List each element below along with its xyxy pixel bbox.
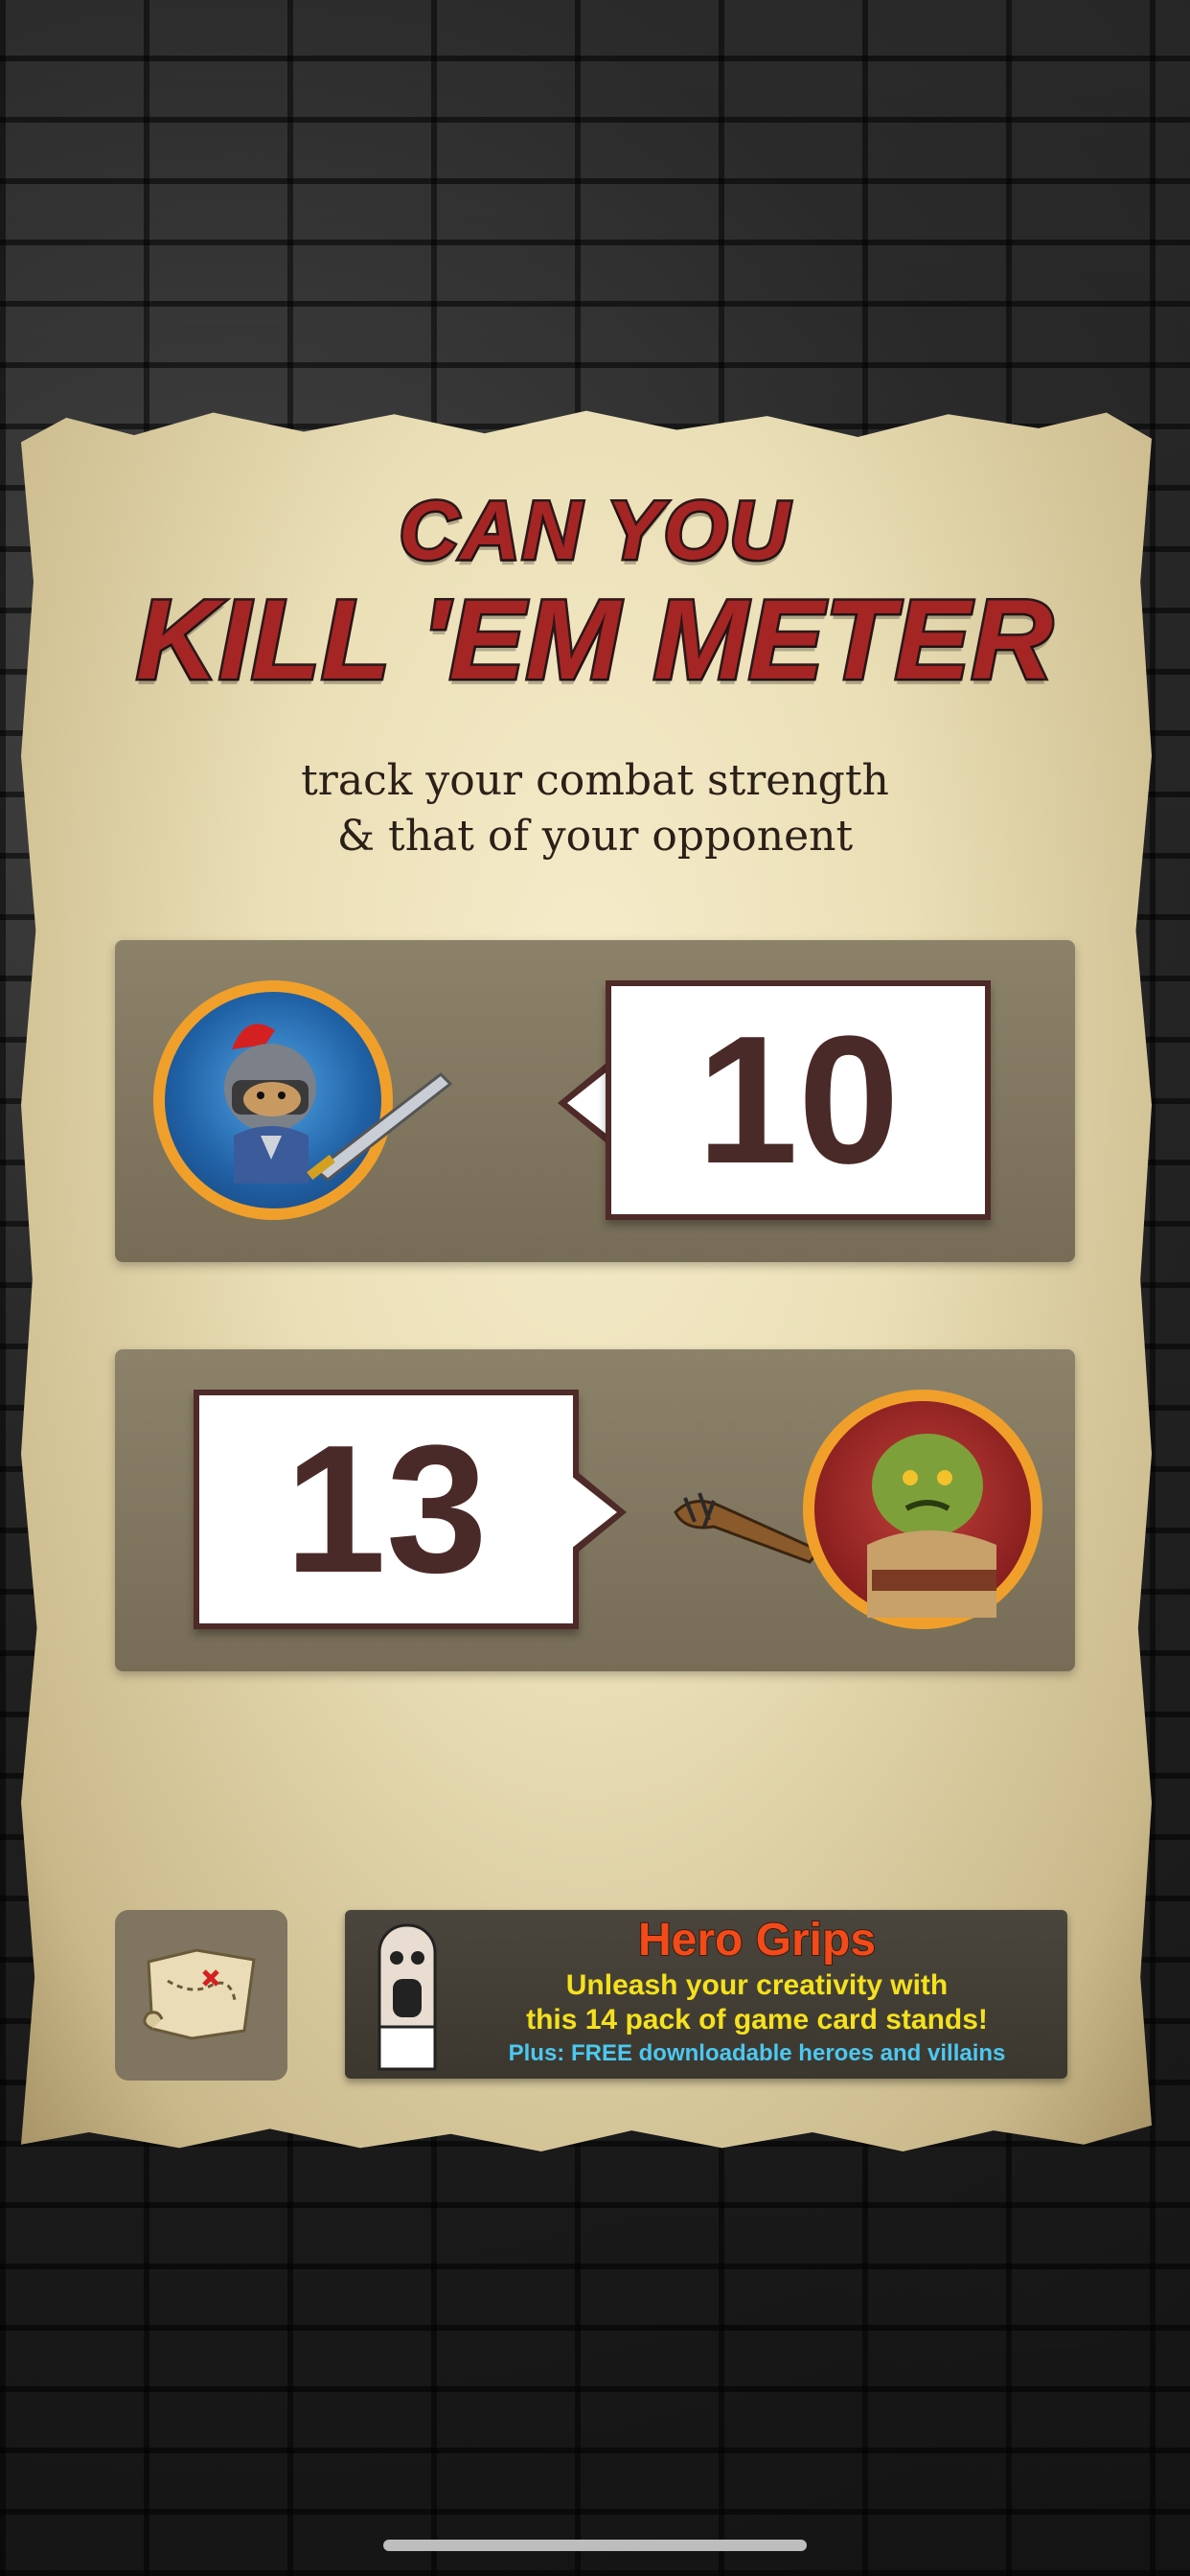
title-line-2: KILL 'EM METER <box>0 575 1190 706</box>
villain-pointer <box>571 1468 627 1556</box>
treasure-map-icon <box>143 1948 256 2040</box>
subtitle-line-1: track your combat strength <box>301 756 889 805</box>
banner-line-1: Unleash your creativity with <box>565 1969 949 2001</box>
hero-grips-figure-icon <box>378 1923 437 2071</box>
map-button[interactable] <box>115 1910 287 2081</box>
banner-title: Hero Grips <box>637 1914 877 1966</box>
villain-strength-value[interactable]: 13 <box>194 1390 579 1629</box>
hero-pointer <box>558 1059 613 1147</box>
banner-line-2: this 14 pack of game card stands! <box>526 2004 988 2036</box>
sword-icon <box>307 1072 453 1182</box>
banner-line-3: Plus: FREE downloadable heroes and villa… <box>508 2040 1006 2066</box>
villain-meter-row: 13 <box>115 1349 1075 1671</box>
home-indicator[interactable] <box>383 2540 807 2551</box>
hero-strength-value[interactable]: 10 <box>606 980 991 1220</box>
title-line-1: CAN YOU <box>0 483 1190 580</box>
orc-villain-icon[interactable] <box>803 1390 1042 1629</box>
hero-grips-banner[interactable]: Hero Grips Unleash your creativity with … <box>345 1910 1067 2079</box>
subtitle-line-2: & that of your opponent <box>336 812 854 861</box>
hero-meter-row: 10 <box>115 940 1075 1262</box>
